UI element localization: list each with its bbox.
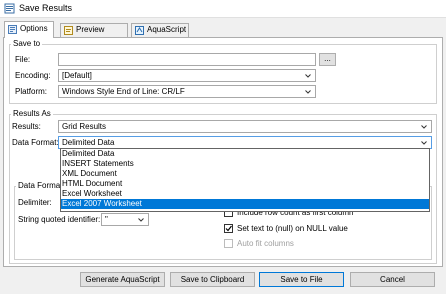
string-quoted-value: " bbox=[105, 215, 108, 224]
chevron-down-icon bbox=[421, 141, 427, 145]
save-to-legend: Save to bbox=[11, 39, 43, 48]
dropdown-option[interactable]: XML Document bbox=[61, 169, 429, 179]
data-format-legend: Data Format bbox=[16, 181, 65, 190]
aquascript-icon bbox=[135, 26, 144, 35]
delimiter-label: Delimiter: bbox=[18, 198, 52, 207]
checkbox-box bbox=[224, 224, 233, 233]
tab-aquascript-label: AquaScript bbox=[147, 25, 187, 34]
tab-options[interactable]: Options bbox=[4, 21, 54, 38]
set-null-label: Set text to (null) on NULL value bbox=[237, 224, 348, 233]
save-to-clipboard-button[interactable]: Save to Clipboard bbox=[170, 272, 255, 287]
tab-preview-script[interactable]: Preview Script bbox=[60, 23, 128, 46]
chevron-down-icon bbox=[305, 90, 311, 94]
chevron-down-icon bbox=[421, 125, 427, 129]
file-input[interactable] bbox=[58, 53, 316, 66]
data-format-dropdown[interactable]: Delimited Data INSERT Statements XML Doc… bbox=[60, 148, 430, 212]
dropdown-option[interactable]: INSERT Statements bbox=[61, 159, 429, 169]
data-format-label: Data Format: bbox=[12, 138, 59, 147]
cancel-button[interactable]: Cancel bbox=[350, 272, 435, 287]
encoding-label: Encoding: bbox=[15, 71, 51, 80]
dropdown-option[interactable]: Delimited Data bbox=[61, 149, 429, 159]
string-quoted-label: String quoted identifier: bbox=[18, 215, 101, 224]
results-label: Results: bbox=[12, 122, 41, 131]
results-select[interactable]: Grid Results bbox=[58, 120, 432, 133]
options-icon bbox=[8, 25, 17, 34]
chevron-down-icon bbox=[305, 74, 311, 78]
string-quoted-select[interactable]: " bbox=[101, 213, 149, 226]
save-to-file-button[interactable]: Save to File bbox=[259, 272, 344, 287]
check-icon bbox=[225, 225, 232, 232]
title-bar: Save Results bbox=[0, 0, 446, 18]
window-title: Save Results bbox=[19, 3, 73, 13]
chevron-down-icon bbox=[138, 218, 144, 222]
encoding-value: [Default] bbox=[62, 71, 92, 80]
generate-aquascript-button[interactable]: Generate AquaScript bbox=[80, 272, 165, 287]
results-value: Grid Results bbox=[62, 122, 107, 131]
platform-select[interactable]: Windows Style End of Line: CR/LF bbox=[58, 85, 316, 98]
checkbox-box bbox=[224, 239, 233, 248]
tab-aquascript[interactable]: AquaScript bbox=[131, 23, 189, 37]
save-results-icon bbox=[4, 3, 15, 14]
encoding-select[interactable]: [Default] bbox=[58, 69, 316, 82]
platform-label: Platform: bbox=[15, 87, 48, 96]
set-null-checkbox[interactable]: Set text to (null) on NULL value bbox=[224, 224, 424, 234]
dropdown-option[interactable]: Excel Worksheet bbox=[61, 189, 429, 199]
browse-button[interactable]: ... bbox=[319, 53, 336, 66]
dropdown-option[interactable]: HTML Document bbox=[61, 179, 429, 189]
tab-options-label: Options bbox=[20, 24, 48, 33]
dropdown-option-selected[interactable]: Excel 2007 Worksheet bbox=[61, 199, 429, 209]
preview-script-icon bbox=[64, 26, 73, 35]
platform-value: Windows Style End of Line: CR/LF bbox=[62, 87, 185, 96]
auto-fit-checkbox[interactable]: Auto fit columns bbox=[224, 239, 424, 249]
file-label: File: bbox=[15, 55, 31, 64]
results-as-legend: Results As bbox=[11, 109, 53, 118]
data-format-value: Delimited Data bbox=[62, 138, 115, 147]
auto-fit-label: Auto fit columns bbox=[237, 239, 294, 248]
